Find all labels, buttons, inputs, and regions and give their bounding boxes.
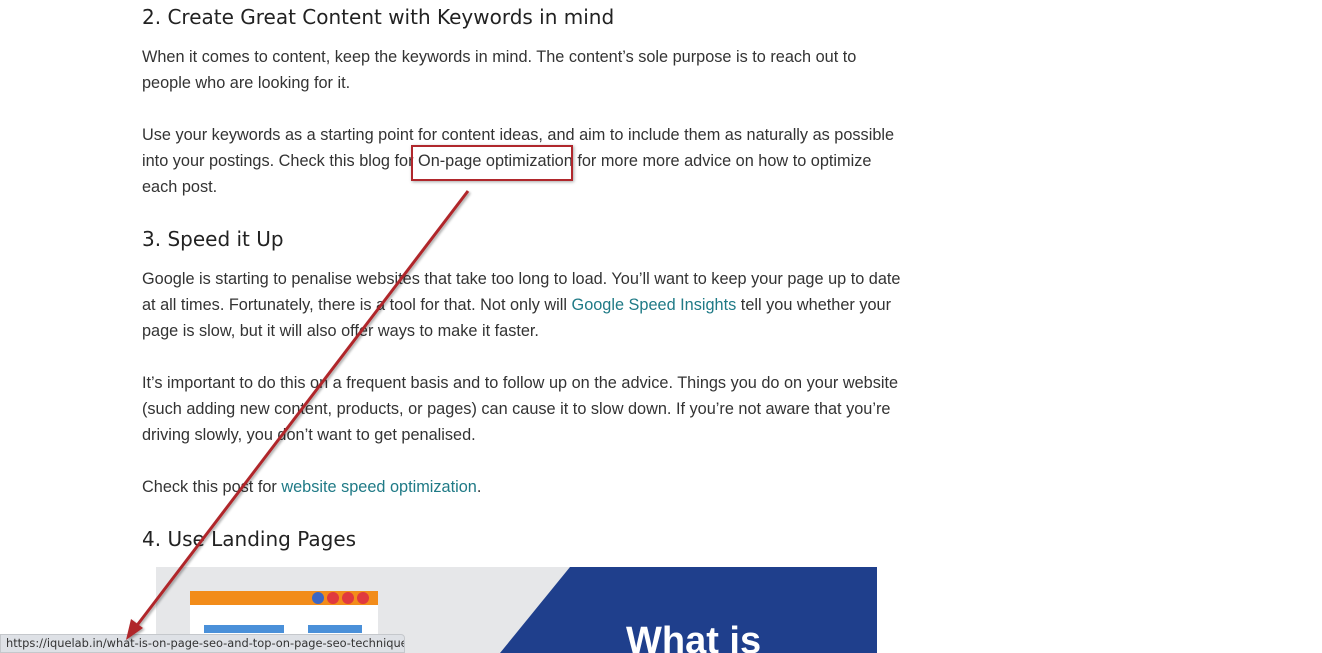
google-speed-insights-link[interactable]: Google Speed Insights: [572, 296, 737, 314]
paragraph-line: each post.: [142, 178, 218, 196]
paragraph-line: Google is starting to penalise websites …: [142, 270, 901, 288]
paragraph-line: When it comes to content, keep the keywo…: [142, 48, 857, 66]
section-heading-landing-pages: 4. Use Landing Pages: [142, 527, 357, 551]
paragraph-line: driving slowly, you don’t want to get pe…: [142, 426, 476, 444]
paragraph-line: It’s important to do this on a frequent …: [142, 374, 899, 392]
browser-status-bar: https://iquelab.in/what-is-on-page-seo-a…: [0, 634, 405, 653]
text-segment: at all times. Fortunately, there is a to…: [142, 296, 572, 314]
paragraph-line: page is slow, but it will also offer way…: [142, 322, 539, 340]
paragraph-line: at all times. Fortunately, there is a to…: [142, 295, 891, 315]
section-heading-speed: 3. Speed it Up: [142, 227, 284, 251]
paragraph-line: Check this post for website speed optimi…: [142, 477, 481, 497]
paragraph-line: people who are looking for it.: [142, 74, 351, 92]
text-segment: Check this post for: [142, 478, 282, 496]
website-speed-optimization-link[interactable]: website speed optimization: [281, 478, 477, 496]
status-url: https://iquelab.in/what-is-on-page-seo-a…: [6, 636, 405, 650]
text-segment: into your postings. Check this blog for: [142, 152, 419, 170]
section-heading-content: 2. Create Great Content with Keywords in…: [142, 5, 615, 29]
paragraph-line: (such adding new content, products, or p…: [142, 400, 891, 418]
text-segment: tell you whether your: [736, 296, 892, 314]
text-segment: for more more advice on how to optimize: [572, 152, 872, 170]
highlight-box: [411, 145, 573, 181]
banner-title: What is: [626, 620, 761, 653]
paragraph-line: Use your keywords as a starting point fo…: [142, 126, 895, 144]
text-segment: .: [476, 478, 482, 496]
